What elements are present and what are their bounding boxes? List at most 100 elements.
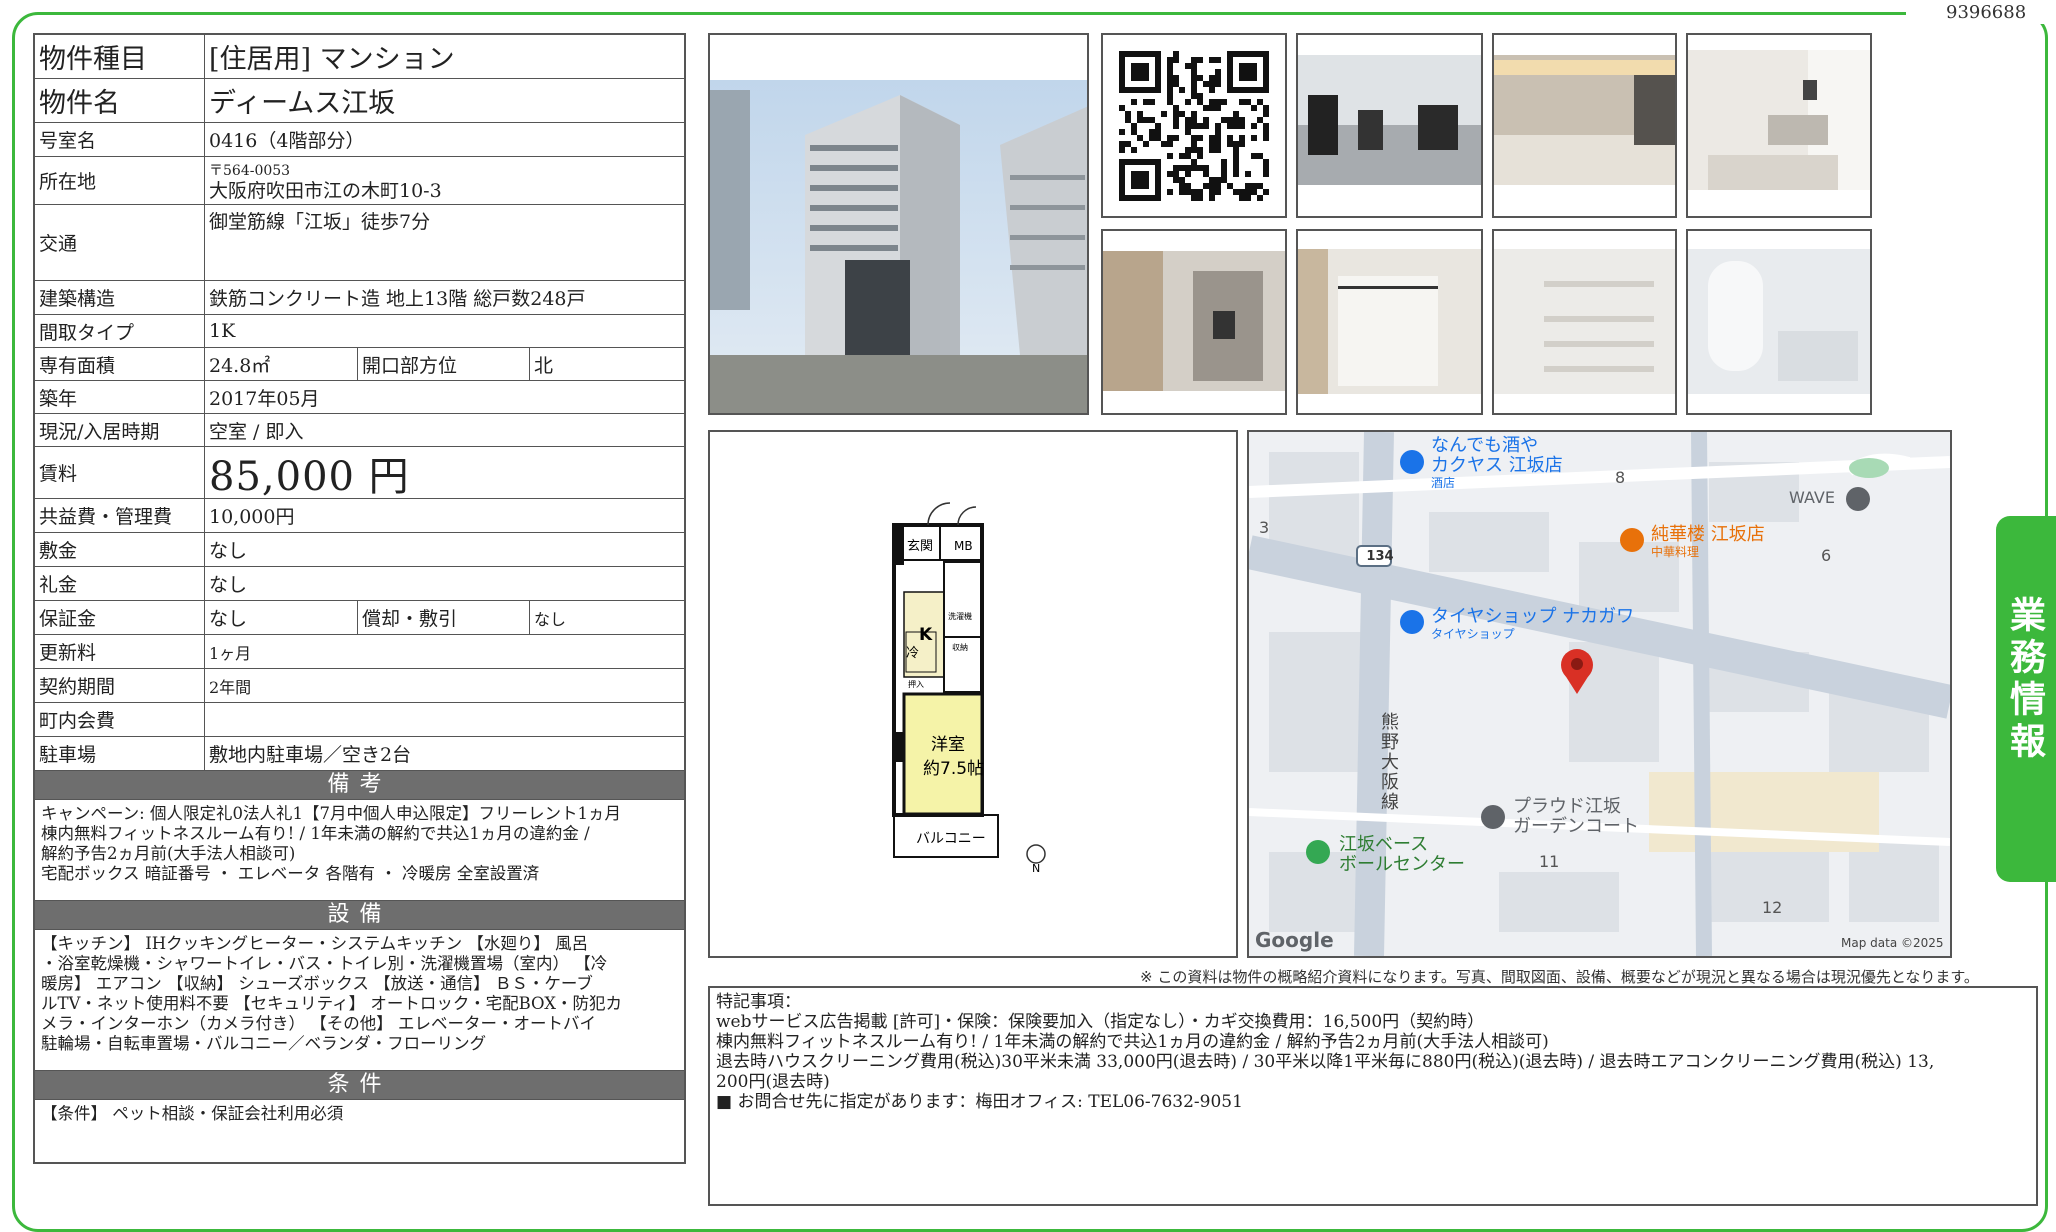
row-town-fee: 町内会費 xyxy=(35,703,684,737)
contract-value: 2年間 xyxy=(209,677,252,697)
conditions-header: 条件 xyxy=(35,1071,684,1100)
type-value: [住居用] マンション xyxy=(209,44,455,75)
row-name: 物件名 ディームス江坂 xyxy=(35,79,684,123)
special-line-2: 棟内無料フィットネスルーム有り! / 1年未満の解約で共込1ヵ月の違約金 / 解… xyxy=(716,1032,1549,1052)
rent-label: 賃料 xyxy=(35,447,205,498)
special-title: 特記事項： xyxy=(716,992,801,1012)
location-map[interactable]: 134 なんでも酒や カクヤス 江坂店 酒店 純華楼 江坂店 中華料理 タイヤシ… xyxy=(1247,430,1952,958)
entrance-hall-photo xyxy=(1492,33,1677,218)
built-value: 2017年05月 xyxy=(209,387,320,410)
amort-label: 償却・敷引 xyxy=(358,601,530,634)
zip-code: 〒564-0053 xyxy=(209,162,291,179)
map-label-wave: WAVE xyxy=(1789,488,1835,507)
built-label: 築年 xyxy=(35,381,205,413)
town-fee-label: 町内会費 xyxy=(35,703,205,736)
map-block-6: 6 xyxy=(1821,546,1832,565)
special-line-3: 退去時ハウスクリーニング費用(税込)30平米未満 33,000円(退去時) / … xyxy=(716,1052,1935,1072)
room-label: 号室名 xyxy=(35,123,205,156)
north-arrow-icon: N xyxy=(1032,862,1040,875)
status-value: 空室 / 即入 xyxy=(209,420,304,443)
row-parking: 駐車場 敷地内駐車場／空き2台 xyxy=(35,737,684,771)
side-tab-label[interactable]: 業務情報 xyxy=(2004,596,2048,764)
row-structure: 建築構造 鉄筋コンクリート造 地上13階 総戸数248戸 xyxy=(35,281,684,315)
room-photo xyxy=(1686,33,1872,218)
area-value: 24.8㎡ xyxy=(205,348,358,380)
map-poi-junkarou[interactable]: 純華楼 江坂店 中華料理 xyxy=(1651,525,1765,560)
renewal-value: 1ヶ月 xyxy=(209,643,252,663)
status-label: 現況/入居時期 xyxy=(35,414,205,446)
structure-label: 建築構造 xyxy=(35,281,205,314)
renewal-label: 更新料 xyxy=(35,635,205,668)
address-value: 大阪府吹田市江の木町10-3 xyxy=(209,179,442,202)
row-room: 号室名 0416（4階部分） xyxy=(35,123,684,157)
qr-code[interactable] xyxy=(1101,33,1287,218)
row-type: 物件種目 [住居用] マンション xyxy=(35,35,684,79)
map-block-11: 11 xyxy=(1539,852,1560,871)
shelf-photo xyxy=(1492,229,1677,415)
guarantee-label: 保証金 xyxy=(35,601,205,634)
type-label: 物件種目 xyxy=(35,35,205,78)
structure-value: 鉄筋コンクリート造 地上13階 総戸数248戸 xyxy=(209,288,586,310)
row-transit: 交通 御堂筋線「江坂」徒歩7分 xyxy=(35,205,684,281)
deposit-label: 敷金 xyxy=(35,533,205,566)
fp-room-size: 約7.5帖 xyxy=(923,759,984,779)
map-poi-bowl[interactable]: 江坂ベース ボールセンター xyxy=(1339,835,1465,875)
parking-label: 駐車場 xyxy=(35,737,205,770)
deposit-value: なし xyxy=(209,540,248,562)
building-photo xyxy=(708,33,1089,415)
special-line-4: 200円(退去時) xyxy=(716,1072,830,1092)
row-guarantee: 保証金 なし 償却・敷引 なし xyxy=(35,601,684,635)
layout-value: 1K xyxy=(209,320,236,342)
row-layout: 間取タイプ 1K xyxy=(35,315,684,348)
map-block-3: 3 xyxy=(1259,518,1270,537)
row-status: 現況/入居時期 空室 / 即入 xyxy=(35,414,684,447)
area-label: 専有面積 xyxy=(35,348,205,380)
remarks-text: キャンペーン: 個人限定礼0法人礼1【7月中個人申込限定】フリーレント1ヵ月 棟… xyxy=(35,800,684,901)
row-key-money: 礼金 なし xyxy=(35,567,684,601)
row-area: 専有面積 24.8㎡ 開口部方位 北 xyxy=(35,348,684,381)
key-money-label: 礼金 xyxy=(35,567,205,600)
fp-mb: MB xyxy=(954,539,973,553)
rent-value: 85,000 円 xyxy=(209,453,410,500)
closet-photo xyxy=(1296,229,1483,415)
parking-value: 敷地内駐車場／空き2台 xyxy=(209,744,412,766)
amort-value: なし xyxy=(534,609,567,629)
document-number: 9396688 xyxy=(1946,2,2027,23)
disclaimer: ※ この資料は物件の概略紹介資料になります。写真、間取図面、設備、概要などが現況… xyxy=(1140,968,1979,986)
property-table: 物件種目 [住居用] マンション 物件名 ディームス江坂 号室名 0416（4階… xyxy=(33,33,686,1164)
row-address: 所在地 〒564-0053 大阪府吹田市江の木町10-3 xyxy=(35,157,684,205)
row-renewal: 更新料 1ヶ月 xyxy=(35,635,684,669)
address-label: 所在地 xyxy=(35,157,205,204)
special-line-5: ■ お問合せ先に指定があります：梅田オフィス: TEL06-7632-9051 xyxy=(716,1092,1243,1112)
conditions-text: 【条件】 ペット相談・保証会社利用必須 xyxy=(41,1104,344,1123)
guarantee-value: なし xyxy=(205,601,358,634)
fp-closet: 押入 xyxy=(908,679,924,689)
fee-value: 10,000円 xyxy=(209,506,295,528)
key-money-value: なし xyxy=(209,574,248,596)
row-fee: 共益費・管理費 10,000円 xyxy=(35,499,684,533)
layout-label: 間取タイプ xyxy=(35,315,205,347)
map-attribution: Map data ©2025 xyxy=(1841,936,1944,950)
row-built: 築年 2017年05月 xyxy=(35,381,684,414)
fp-entrance: 玄関 xyxy=(907,539,933,554)
fp-washer: 洗濯機 xyxy=(948,611,972,621)
hallway-photo xyxy=(1101,229,1287,415)
map-poi-proud[interactable]: プラウド江坂 ガーデンコート xyxy=(1513,797,1639,837)
fp-room-name: 洋室 xyxy=(931,735,965,755)
direction-value: 北 xyxy=(534,354,554,377)
floorplan: 玄関 MB K 冷 洗濯機 収納 押入 洋室 約7.5帖 バルコニー N xyxy=(708,430,1238,958)
map-road-name: 熊野大阪線 xyxy=(1378,712,1399,812)
map-block-12: 12 xyxy=(1762,898,1783,917)
gym-photo xyxy=(1296,33,1483,218)
fp-fridge: 冷 xyxy=(906,646,919,661)
fp-kitchen: K xyxy=(919,625,933,645)
map-poi-kakuyasu[interactable]: なんでも酒や カクヤス 江坂店 酒店 xyxy=(1431,436,1563,491)
direction-label: 開口部方位 xyxy=(358,348,530,380)
special-notes: 特記事項： webサービス広告掲載 [許可]・保険：保険要加入（指定なし）・カギ… xyxy=(708,986,2038,1206)
equipment-text: 【キッチン】 IHクッキングヒーター・システムキッチン 【水廻り】 風呂 ・浴室… xyxy=(35,930,684,1071)
google-logo: Google xyxy=(1255,928,1334,952)
map-poi-nakagawa[interactable]: タイヤショップ ナカガワ タイヤショップ xyxy=(1431,607,1634,642)
name-label: 物件名 xyxy=(35,79,205,122)
contract-label: 契約期間 xyxy=(35,669,205,702)
fee-label: 共益費・管理費 xyxy=(35,499,205,532)
